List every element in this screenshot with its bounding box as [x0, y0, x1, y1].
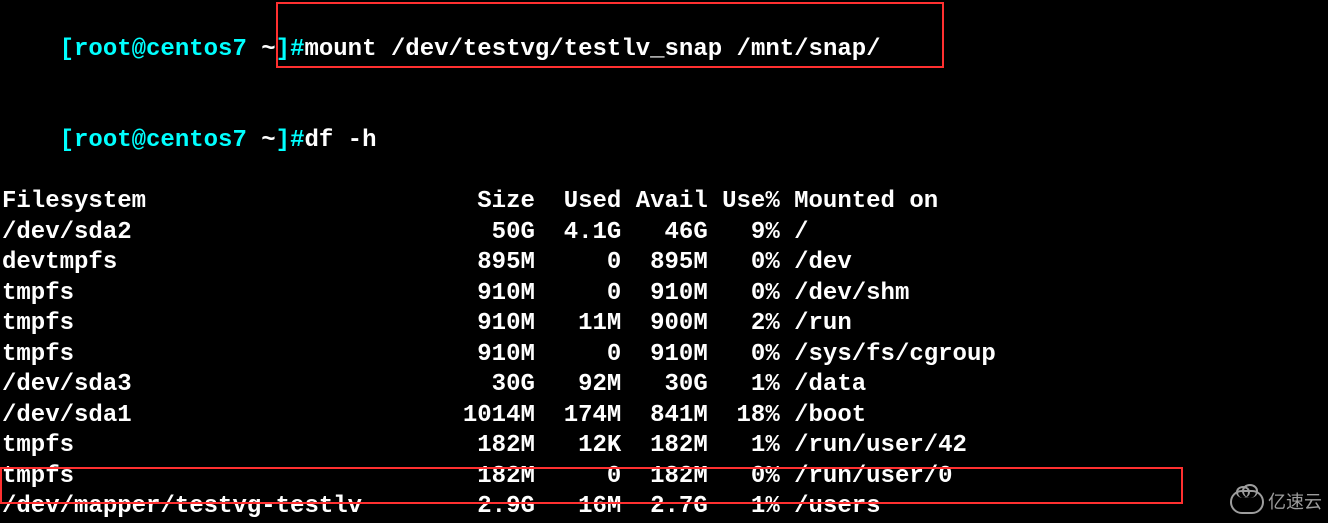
- prompt-bracket-close: ]: [276, 36, 290, 63]
- df-row-4: tmpfs 910M 0 910M 0% /sys/fs/cgroup: [2, 340, 1326, 371]
- prompt-user-host: root@centos7: [74, 127, 247, 154]
- prompt-bracket-open: [: [60, 36, 74, 63]
- df-rows: /dev/sda2 50G 4.1G 46G 9% /devtmpfs 895M…: [2, 218, 1326, 523]
- watermark: 亿速云: [1230, 487, 1322, 518]
- df-row-9: /dev/mapper/testvg-testlv 2.9G 16M 2.7G …: [2, 492, 1326, 523]
- prompt-bracket-open: [: [60, 127, 74, 154]
- command-text-2: df -h: [304, 127, 376, 154]
- df-row-5: /dev/sda3 30G 92M 30G 1% /data: [2, 370, 1326, 401]
- watermark-text: 亿速云: [1268, 487, 1322, 518]
- prompt-cwd: ~: [247, 127, 276, 154]
- df-row-3: tmpfs 910M 11M 900M 2% /run: [2, 309, 1326, 340]
- df-row-8: tmpfs 182M 0 182M 0% /run/user/0: [2, 462, 1326, 493]
- cloud-icon: [1230, 490, 1264, 514]
- prompt-user-host: root@centos7: [74, 36, 247, 63]
- df-row-2: tmpfs 910M 0 910M 0% /dev/shm: [2, 279, 1326, 310]
- prompt-bracket-close: ]: [276, 127, 290, 154]
- command-line-2: [root@centos7 ~]#df -h: [2, 96, 1326, 188]
- df-header-row: Filesystem Size Used Avail Use% Mounted …: [2, 187, 1326, 218]
- df-row-1: devtmpfs 895M 0 895M 0% /dev: [2, 248, 1326, 279]
- df-row-6: /dev/sda1 1014M 174M 841M 18% /boot: [2, 401, 1326, 432]
- command-text-1: mount /dev/testvg/testlv_snap /mnt/snap/: [304, 36, 880, 63]
- df-row-0: /dev/sda2 50G 4.1G 46G 9% /: [2, 218, 1326, 249]
- prompt-cwd: ~: [247, 36, 276, 63]
- terminal-window[interactable]: [root@centos7 ~]#mount /dev/testvg/testl…: [0, 0, 1328, 523]
- prompt-hash: #: [290, 36, 304, 63]
- df-row-7: tmpfs 182M 12K 182M 1% /run/user/42: [2, 431, 1326, 462]
- command-line-1: [root@centos7 ~]#mount /dev/testvg/testl…: [2, 4, 1326, 96]
- prompt-hash: #: [290, 127, 304, 154]
